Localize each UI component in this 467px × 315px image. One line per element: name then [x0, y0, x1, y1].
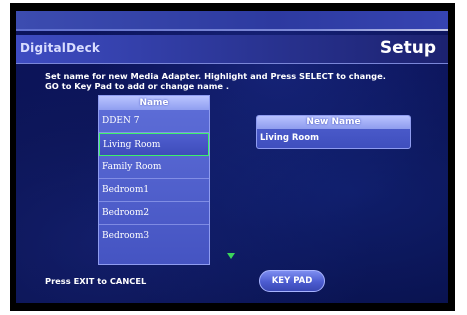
name-list-item[interactable]: Bedroom2 — [99, 202, 209, 225]
new-name-header: New Name — [257, 116, 410, 129]
name-list-item[interactable]: DDEN 7 — [99, 110, 209, 133]
scroll-down-arrow-icon[interactable] — [227, 253, 235, 259]
exit-hint: Press EXIT to CANCEL — [45, 276, 147, 286]
instructions: Set name for new Media Adapter. Highligh… — [45, 71, 440, 91]
page-title: Setup — [379, 38, 436, 58]
instructions-line-1: Set name for new Media Adapter. Highligh… — [45, 71, 386, 81]
instructions-line-2: GO to Key Pad to add or change name . — [45, 81, 230, 91]
name-list-header: Name — [99, 96, 209, 110]
name-list-item[interactable]: Family Room — [99, 156, 209, 179]
name-list-item[interactable]: Bedroom3 — [99, 225, 209, 248]
keypad-button[interactable]: KEY PAD — [259, 270, 325, 292]
screen: DigitalDeck Setup Set name for new Media… — [16, 11, 448, 303]
new-name-panel: New Name Living Room — [256, 115, 411, 149]
name-list-item[interactable]: Bedroom1 — [99, 179, 209, 202]
top-strip — [16, 11, 448, 31]
name-list-item-selected[interactable]: Living Room — [99, 133, 209, 156]
header-bar: DigitalDeck Setup — [16, 35, 448, 64]
name-list: Name DDEN 7 Living Room Family Room Bedr… — [98, 95, 210, 265]
new-name-value: Living Room — [260, 133, 319, 143]
tv-frame: DigitalDeck Setup Set name for new Media… — [10, 3, 455, 311]
brand-logo: DigitalDeck — [20, 41, 101, 55]
